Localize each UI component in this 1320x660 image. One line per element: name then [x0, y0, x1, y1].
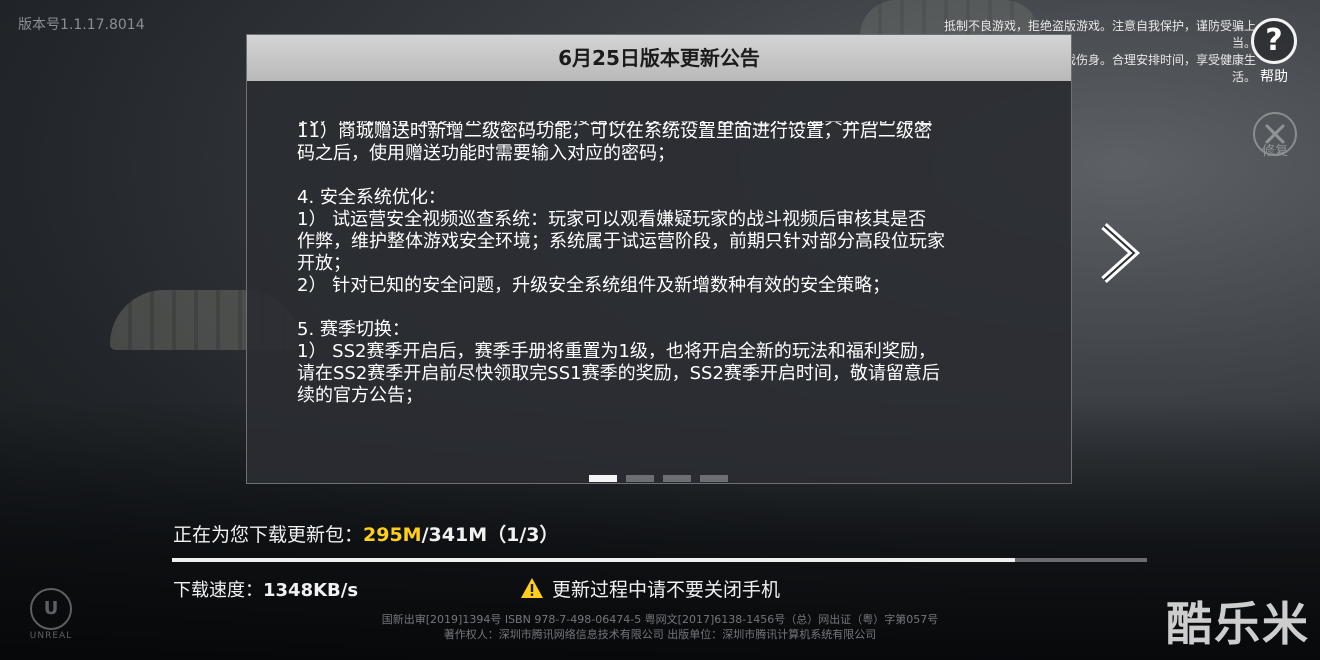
download-progress-fill — [172, 558, 1016, 562]
download-prefix: 正在为您下载更新包： — [173, 524, 364, 546]
question-circle-icon: ? — [1251, 18, 1297, 64]
notice-line: 码之后，使用赠送功能时需要输入对应的密码； — [297, 143, 675, 164]
speed-value: 1348KB/s — [263, 580, 359, 601]
dialog-title: 6月25日版本更新公告 — [247, 35, 1071, 81]
download-done-size: 295M — [363, 524, 422, 546]
update-warning: 更新过程中请不要关闭手机 — [520, 575, 780, 604]
page-dot[interactable] — [663, 475, 691, 482]
page-indicator[interactable] — [589, 467, 737, 482]
page-dot[interactable] — [700, 475, 728, 482]
notice-content[interactable]: 10）商城新增“赠送”系统，可以直接赠送好友道具，以及至对应道具系统的赠送 11… — [297, 121, 1037, 427]
engine-logo: U UNREAL — [20, 588, 82, 650]
notice-line: 作弊，维护整体游戏安全环境；系统属于试运营阶段，前期只针对部分高段位玩家 — [297, 231, 945, 252]
update-notice-dialog: 6月25日版本更新公告 10）商城新增“赠送”系统，可以直接赠送好友道具，以及至… — [246, 34, 1072, 484]
warning-text: 更新过程中请不要关闭手机 — [552, 579, 781, 601]
speed-label: 下载速度： — [173, 580, 263, 601]
help-button[interactable]: ? 帮助 — [1248, 18, 1300, 85]
notice-line: 1） 试运营安全视频巡查系统：玩家可以观看嫌疑玩家的战斗视频后审核其是否 — [297, 209, 927, 230]
version-label: 版本号1.1.17.8014 — [18, 17, 145, 33]
watermark: 酷乐米 — [1166, 597, 1310, 651]
engine-name: UNREAL — [29, 631, 73, 641]
legal-line: 著作权人：深圳市腾讯网络信息技术有限公司 出版单位：深圳市腾讯计算机系统有限公司 — [443, 628, 877, 641]
notice-line: 5. 赛季切换： — [297, 319, 410, 340]
legal-line: 国新出审[2019]1394号 ISBN 978-7-498-06474-5 粤… — [381, 613, 939, 626]
notice-line: 4. 安全系统优化： — [297, 187, 446, 208]
notice-line: 请在SS2赛季开启前尽快领取完SS1赛季的奖励，SS2赛季开启时间，敬请留意后 — [297, 363, 940, 384]
warning-triangle-icon — [520, 577, 544, 604]
notice-line: 续的官方公告； — [297, 385, 423, 406]
page-dot[interactable] — [589, 475, 617, 482]
notice-line-clipped: 10）商城新增“赠送”系统，可以直接赠送好友道具，以及至对应道具系统的赠送 — [297, 121, 933, 130]
legal-info: 国新出审[2019]1394号 ISBN 978-7-498-06474-5 粤… — [340, 612, 980, 642]
engine-mark: U — [30, 588, 72, 630]
download-status: 正在为您下载更新包：295M/341M（1/3） — [173, 520, 558, 547]
chevron-right-icon[interactable] — [1096, 222, 1146, 284]
help-label: 帮助 — [1260, 69, 1288, 85]
notice-line: 开放； — [297, 253, 351, 274]
repair-label: 修复 — [1261, 144, 1288, 159]
notice-line: 1） SS2赛季开启后，赛季手册将重置为1级，也将开启全新的玩法和福利奖励， — [297, 341, 936, 362]
download-total-size: /341M（1/3） — [421, 524, 559, 546]
page-dot[interactable] — [626, 475, 654, 482]
repair-button[interactable]: 修复 — [1250, 112, 1300, 162]
download-speed: 下载速度：1348KB/s — [173, 576, 358, 602]
download-progress-bar — [172, 558, 1147, 562]
notice-line: 2） 针对已知的安全问题，升级安全系统组件及新增数种有效的安全策略； — [297, 275, 891, 296]
